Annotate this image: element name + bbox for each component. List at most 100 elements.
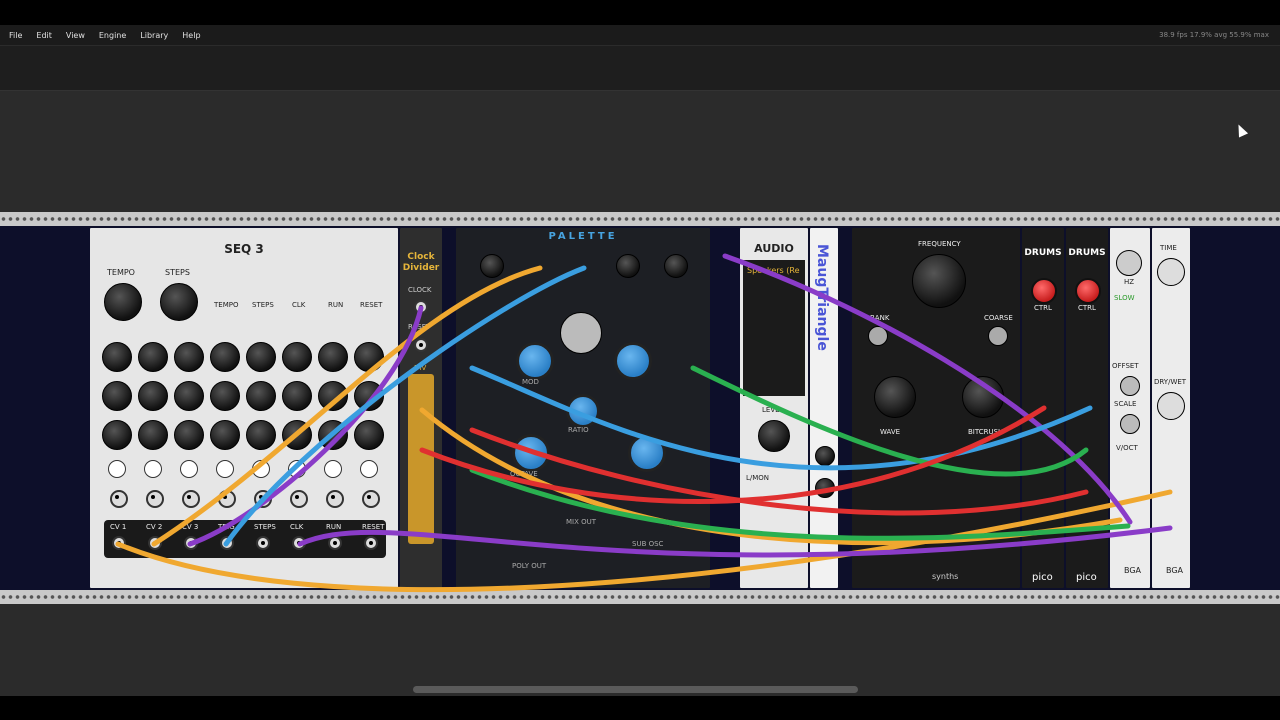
llfo-rate-knob[interactable] <box>1116 250 1142 276</box>
seq3-step-knob[interactable] <box>318 342 348 372</box>
module-audio[interactable]: AUDIO Speakers (Re LEVEL L/MON <box>740 228 808 588</box>
audio-device-name[interactable]: Speakers (Re <box>747 266 800 275</box>
drums2-ctrl-knob[interactable] <box>1075 278 1101 304</box>
seq3-step-knob[interactable] <box>246 381 276 411</box>
seq3-gate-button[interactable] <box>252 460 270 478</box>
seq3-gate-jack[interactable] <box>146 490 164 508</box>
seq3-gate-jack[interactable] <box>254 490 272 508</box>
maugtriangle-lfo-knob[interactable] <box>815 446 835 466</box>
seq3-output-jack[interactable] <box>328 536 342 550</box>
tempo-knob[interactable] <box>104 283 142 321</box>
audio-device-display: Speakers (Re <box>743 260 805 396</box>
voices-knob[interactable] <box>480 254 504 278</box>
seq3-gate-button[interactable] <box>180 460 198 478</box>
module-drums-2[interactable]: DRUMS CTRL pico <box>1066 228 1108 588</box>
seq3-output-jack[interactable] <box>112 536 126 550</box>
wave-knob[interactable] <box>874 376 916 418</box>
seq3-step-knob[interactable] <box>210 420 240 450</box>
seq3-output-jack[interactable] <box>292 536 306 550</box>
bitcrush-knob[interactable] <box>962 376 1004 418</box>
seq3-step-knob[interactable] <box>102 381 132 411</box>
drums1-ctrl-knob[interactable] <box>1031 278 1057 304</box>
color-knob[interactable] <box>628 434 666 472</box>
llfo-offset-knob[interactable] <box>1120 376 1140 396</box>
llfo-scale-knob[interactable] <box>1120 414 1140 434</box>
seq3-gate-button[interactable] <box>324 460 342 478</box>
seq3-step-knob[interactable] <box>102 420 132 450</box>
menu-view[interactable]: View <box>59 31 92 40</box>
seq3-step-knob[interactable] <box>354 381 384 411</box>
menu-edit[interactable]: Edit <box>29 31 59 40</box>
module-seq3[interactable]: SEQ 3 TEMPO STEPS TEMPO STEPS CLK RUN RE… <box>90 228 398 588</box>
module-palette[interactable]: PALETTE MOD RATIO OCTAVE MIX OUT SUB OSC… <box>456 228 710 588</box>
seq3-step-knob[interactable] <box>354 420 384 450</box>
cvd-time-knob[interactable] <box>1157 258 1185 286</box>
seq3-step-knob[interactable] <box>282 420 312 450</box>
seq3-gate-jack[interactable] <box>218 490 236 508</box>
seq3-gate-button[interactable] <box>216 460 234 478</box>
seq3-step-knob[interactable] <box>138 342 168 372</box>
ratio-knob[interactable] <box>566 394 600 428</box>
seq3-gate-jack[interactable] <box>362 490 380 508</box>
seq3-step-knob[interactable] <box>174 420 204 450</box>
llfo-slow-label: SLOW <box>1114 294 1135 302</box>
level-knob[interactable] <box>616 254 640 278</box>
seq3-gate-jack[interactable] <box>326 490 344 508</box>
seq3-output-jack[interactable] <box>184 536 198 550</box>
seq3-output-jack[interactable] <box>364 536 378 550</box>
seq3-step-knob[interactable] <box>354 342 384 372</box>
spread-knob[interactable] <box>664 254 688 278</box>
reset-input-jack[interactable] <box>414 338 428 352</box>
vcv-rack-window: File Edit View Engine Library Help 38.9 … <box>0 0 1280 720</box>
menu-file[interactable]: File <box>0 31 29 40</box>
seq3-gate-jack[interactable] <box>110 490 128 508</box>
seq3-gate-button[interactable] <box>360 460 378 478</box>
seq3-step-knob[interactable] <box>318 381 348 411</box>
seq3-step-knob[interactable] <box>210 381 240 411</box>
seq3-step-knob[interactable] <box>282 342 312 372</box>
bank-knob[interactable] <box>868 326 888 346</box>
seq3-step-knob[interactable] <box>174 381 204 411</box>
seq3-gate-button[interactable] <box>288 460 306 478</box>
feedback-knob[interactable] <box>614 342 652 380</box>
steps-knob[interactable] <box>160 283 198 321</box>
seq3-step-knob[interactable] <box>282 381 312 411</box>
octave-knob[interactable] <box>512 434 550 472</box>
menu-engine[interactable]: Engine <box>92 31 133 40</box>
seq3-step-knob[interactable] <box>102 342 132 372</box>
audio-level-knob[interactable] <box>758 420 790 452</box>
seq3-step-knob[interactable] <box>246 342 276 372</box>
coarse-knob[interactable] <box>988 326 1008 346</box>
module-drums-1[interactable]: DRUMS CTRL pico <box>1022 228 1064 588</box>
rack-rail-bottom <box>0 590 1280 604</box>
seq3-step-knob[interactable] <box>246 420 276 450</box>
horizontal-scrollbar[interactable] <box>413 686 858 693</box>
seq3-gate-button[interactable] <box>144 460 162 478</box>
seq3-output-jack[interactable] <box>148 536 162 550</box>
module-wavetable-osc[interactable]: FREQUENCY BANK COARSE WAVE BITCRUSH synt… <box>852 228 1020 588</box>
frequency-knob[interactable] <box>912 254 966 308</box>
menu-help[interactable]: Help <box>175 31 207 40</box>
clock-input-jack[interactable] <box>414 300 428 314</box>
module-cvd[interactable]: TIME DRY/WET BGA <box>1152 228 1190 588</box>
mod-knob[interactable] <box>516 342 554 380</box>
fm-center-knob[interactable] <box>560 312 602 354</box>
seq3-step-knob[interactable] <box>174 342 204 372</box>
seq3-output-jack[interactable] <box>220 536 234 550</box>
cvd-drywet-knob[interactable] <box>1157 392 1185 420</box>
menu-library[interactable]: Library <box>133 31 175 40</box>
seq3-step-knob[interactable] <box>210 342 240 372</box>
seq3-gate-button[interactable] <box>108 460 126 478</box>
maugtriangle-freq-knob[interactable] <box>815 478 835 498</box>
module-maugtriangle[interactable]: MaugTriangle <box>810 228 838 588</box>
seq3-step-knob[interactable] <box>138 381 168 411</box>
seq3-output-jack[interactable] <box>256 536 270 550</box>
clock-divider-title: Clock Divider <box>402 252 440 273</box>
seq3-gate-jack[interactable] <box>182 490 200 508</box>
seq3-step-knob[interactable] <box>318 420 348 450</box>
seq3-gate-jack[interactable] <box>290 490 308 508</box>
module-llfo[interactable]: HZ SLOW OFFSET SCALE V/OCT BGA <box>1110 228 1150 588</box>
seq3-step-knob[interactable] <box>138 420 168 450</box>
bitcrush-label: BITCRUSH <box>968 428 1004 436</box>
module-clock-divider[interactable]: Clock Divider CLOCK RESET DIV <box>400 228 442 588</box>
